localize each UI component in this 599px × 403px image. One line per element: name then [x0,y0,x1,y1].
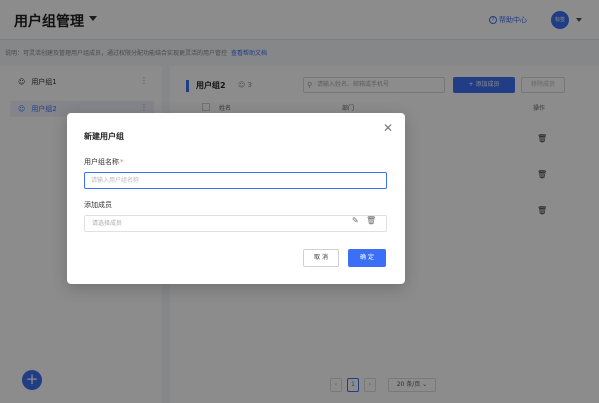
member-select-placeholder: 请选择成员 [92,220,123,227]
cancel-button[interactable]: 取 消 [303,249,339,267]
group-name-label: 用户组名称* [84,157,124,167]
confirm-button[interactable]: 确 定 [348,249,386,267]
group-name-label-text: 用户组名称 [84,158,119,166]
new-group-dialog: 新建用户组 ✕ 用户组名称* 添加成员 请选择成员 ✎ 🗑 取 消 确 定 [67,113,405,284]
required-mark: * [120,158,124,166]
member-select[interactable]: 请选择成员 [84,215,387,232]
trash-icon[interactable]: 🗑 [366,216,376,225]
group-name-input[interactable] [84,172,387,189]
dialog-title: 新建用户组 [84,132,124,141]
add-member-label: 添加成员 [84,201,112,209]
close-icon[interactable]: ✕ [383,122,393,134]
edit-icon[interactable]: ✎ [352,216,359,225]
